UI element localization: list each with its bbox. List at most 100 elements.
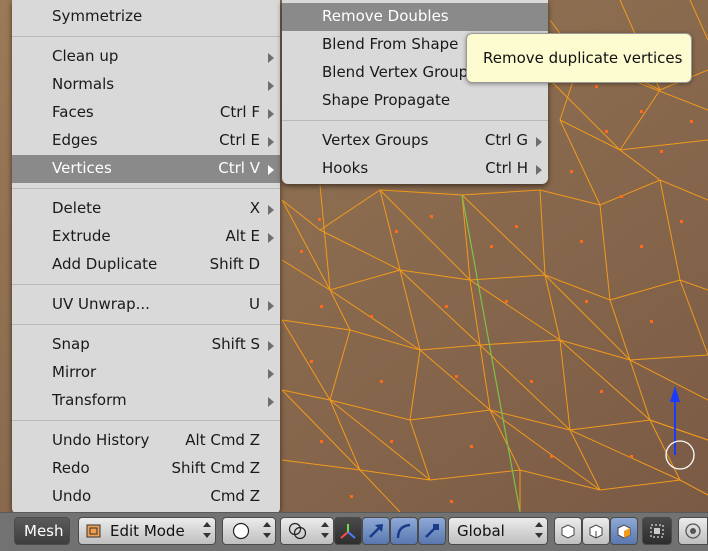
edge-select-icon bbox=[589, 524, 603, 539]
manipulator-icon bbox=[340, 524, 356, 539]
face-select-icon bbox=[617, 524, 631, 539]
face-select-mode-button[interactable] bbox=[610, 517, 638, 545]
vertex-select-icon bbox=[561, 524, 575, 539]
menu-item-label: Edges bbox=[52, 131, 98, 149]
menu-item-label: Vertices bbox=[52, 159, 112, 177]
solid-shading-icon bbox=[232, 522, 250, 540]
submenu-arrow-icon bbox=[536, 137, 542, 147]
submenu-arrow-icon bbox=[268, 397, 274, 407]
menu-separator bbox=[12, 36, 280, 37]
menu-item-shortcut: Shift D bbox=[209, 255, 260, 273]
pivot-select[interactable] bbox=[280, 517, 334, 545]
menu-item-label: Symmetrize bbox=[52, 7, 143, 25]
menu-item-label: Undo History bbox=[52, 431, 150, 449]
menu-item-undo-history[interactable]: Undo History Alt Cmd Z bbox=[12, 427, 280, 455]
menu-item-faces[interactable]: Faces Ctrl F bbox=[12, 99, 280, 127]
menu-item-redo[interactable]: Redo Shift Cmd Z bbox=[12, 455, 280, 483]
proportional-edit-button[interactable] bbox=[678, 517, 708, 545]
orientation-label: Global bbox=[457, 522, 505, 540]
updown-icon bbox=[321, 522, 329, 538]
menu-item-shortcut: Ctrl E bbox=[219, 131, 260, 149]
menu-item-label: Remove Doubles bbox=[322, 7, 449, 25]
submenu-arrow-icon bbox=[536, 165, 542, 175]
menu-item-label: Extrude bbox=[52, 227, 111, 245]
menu-item-vertices[interactable]: Vertices Ctrl V bbox=[12, 155, 280, 183]
submenu-item-vertex-groups[interactable]: Vertex Groups Ctrl G bbox=[282, 127, 548, 155]
menu-item-label: Faces bbox=[52, 103, 94, 121]
menu-item-normals[interactable]: Normals bbox=[12, 71, 280, 99]
tooltip-text: Remove duplicate vertices bbox=[483, 49, 683, 67]
tooltip: Remove duplicate vertices bbox=[466, 33, 692, 83]
menu-item-label: UV Unwrap... bbox=[52, 295, 150, 313]
occlude-geometry-toggle[interactable] bbox=[642, 517, 672, 545]
menu-item-add-duplicate[interactable]: Add Duplicate Shift D bbox=[12, 251, 280, 279]
menu-separator bbox=[12, 284, 280, 285]
menu-item-symmetrize[interactable]: Symmetrize bbox=[12, 3, 280, 31]
menu-item-label: Redo bbox=[52, 459, 90, 477]
menu-item-uv-unwrap[interactable]: UV Unwrap... U bbox=[12, 291, 280, 319]
menu-separator bbox=[12, 420, 280, 421]
menu-item-shortcut: Alt E bbox=[225, 227, 260, 245]
menu-item-label: Normals bbox=[52, 75, 115, 93]
menu-item-label: Clean up bbox=[52, 47, 119, 65]
vertices-submenu: Remove Doubles Blend From Shape Blend Vert… bbox=[282, 0, 548, 184]
submenu-arrow-icon bbox=[268, 205, 274, 215]
menu-item-clean-up[interactable]: Clean up bbox=[12, 43, 280, 71]
menu-separator bbox=[12, 188, 280, 189]
scale-manipulator-button[interactable] bbox=[418, 517, 446, 545]
translate-manipulator-button[interactable] bbox=[362, 517, 390, 545]
mesh-menu-button[interactable]: Mesh bbox=[14, 517, 70, 545]
shading-select[interactable] bbox=[222, 517, 276, 545]
menu-item-mirror[interactable]: Mirror bbox=[12, 359, 280, 387]
submenu-arrow-icon bbox=[268, 109, 274, 119]
menu-item-extrude[interactable]: Extrude Alt E bbox=[12, 223, 280, 251]
menu-item-shortcut: Ctrl H bbox=[485, 159, 528, 177]
updown-icon bbox=[203, 522, 211, 538]
mesh-menu: Symmetrize Clean up Normals Faces Ctrl F Edge… bbox=[12, 0, 280, 514]
menu-item-delete[interactable]: Delete X bbox=[12, 195, 280, 223]
vertex-select-mode-button[interactable] bbox=[554, 517, 582, 545]
menu-item-shortcut: Shift Cmd Z bbox=[171, 459, 260, 477]
menu-item-label: Delete bbox=[52, 199, 102, 217]
arrow-icon bbox=[369, 524, 383, 538]
menu-item-shortcut: Ctrl V bbox=[218, 159, 260, 177]
submenu-arrow-icon bbox=[268, 301, 274, 311]
scale-icon bbox=[425, 524, 439, 538]
updown-icon bbox=[535, 522, 543, 538]
mode-select[interactable]: Edit Mode bbox=[78, 517, 216, 545]
manipulator-toggle[interactable] bbox=[334, 517, 362, 545]
3d-view-header: Mesh Edit Mode Global bbox=[0, 512, 708, 551]
submenu-item-shape-propagate[interactable]: Shape Propagate bbox=[282, 87, 548, 115]
proportional-edit-icon bbox=[685, 523, 701, 539]
submenu-arrow-icon bbox=[268, 81, 274, 91]
menu-item-shortcut: Shift S bbox=[211, 335, 260, 353]
menu-item-label: Undo bbox=[52, 487, 92, 505]
menu-item-label: Hooks bbox=[322, 159, 369, 177]
menu-item-label: Add Duplicate bbox=[52, 255, 158, 273]
submenu-arrow-icon bbox=[268, 341, 274, 351]
menu-item-transform[interactable]: Transform bbox=[12, 387, 280, 415]
rotate-icon bbox=[396, 523, 411, 539]
rotate-manipulator-button[interactable] bbox=[390, 517, 418, 545]
menu-item-label: Blend Vertex Group bbox=[322, 63, 469, 81]
mode-select-label: Edit Mode bbox=[110, 522, 185, 540]
menu-item-edges[interactable]: Edges Ctrl E bbox=[12, 127, 280, 155]
menu-item-snap[interactable]: Snap Shift S bbox=[12, 331, 280, 359]
menu-item-shortcut: U bbox=[249, 295, 260, 313]
submenu-item-remove-doubles[interactable]: Remove Doubles bbox=[282, 3, 548, 31]
edge-select-mode-button[interactable] bbox=[582, 517, 610, 545]
submenu-arrow-icon bbox=[268, 233, 274, 243]
orientation-select[interactable]: Global bbox=[448, 517, 548, 545]
menu-item-shortcut: X bbox=[249, 199, 260, 217]
menu-item-label: Mirror bbox=[52, 363, 97, 381]
menu-separator bbox=[12, 324, 280, 325]
menu-item-shortcut: Ctrl G bbox=[484, 131, 528, 149]
menu-item-label: Blend From Shape bbox=[322, 35, 459, 53]
menu-item-label: Vertex Groups bbox=[322, 131, 429, 149]
menu-item-shortcut: Ctrl F bbox=[219, 103, 260, 121]
menu-item-undo[interactable]: Undo Cmd Z bbox=[12, 483, 280, 511]
submenu-item-hooks[interactable]: Hooks Ctrl H bbox=[282, 155, 548, 183]
pivot-point-icon bbox=[288, 522, 307, 540]
mesh-menu-label: Mesh bbox=[24, 522, 64, 540]
submenu-arrow-icon bbox=[268, 165, 274, 175]
